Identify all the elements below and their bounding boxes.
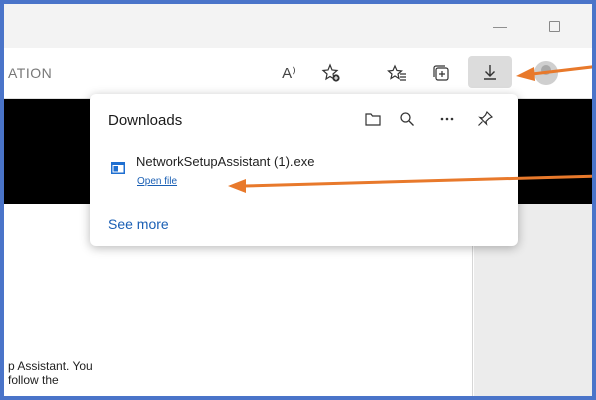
folder-icon xyxy=(365,113,381,126)
more-options-button[interactable] xyxy=(436,108,458,130)
open-downloads-folder-button[interactable] xyxy=(362,108,384,130)
exe-file-icon xyxy=(111,162,125,174)
add-favorite-button[interactable] xyxy=(318,60,344,86)
search-downloads-button[interactable] xyxy=(396,108,418,130)
see-more-link[interactable]: See more xyxy=(108,216,169,232)
page-text-line-2: follow the xyxy=(8,373,59,387)
title-bar: — xyxy=(4,4,592,48)
downloads-flyout: Downloads NetworkSetupAssistant (1).exe … xyxy=(90,94,518,246)
download-file-name: NetworkSetupAssistant (1).exe xyxy=(136,154,315,169)
read-aloud-button[interactable]: A⁾ xyxy=(276,60,302,86)
collections-icon xyxy=(433,65,449,81)
downloads-title: Downloads xyxy=(108,112,183,129)
downloads-button[interactable] xyxy=(468,56,512,88)
add-favorite-icon xyxy=(321,63,340,82)
more-icon xyxy=(440,117,454,121)
favorites-icon xyxy=(387,64,406,81)
page-body-text: p Assistant. You follow the xyxy=(8,359,93,387)
maximize-icon xyxy=(548,20,560,32)
address-bar[interactable]: ATION xyxy=(4,56,362,90)
address-bar-text: ATION xyxy=(8,65,53,81)
collections-button[interactable] xyxy=(428,60,454,86)
screenshot-frame: — ATION A⁾ p Assistant. You follow the D… xyxy=(0,0,596,400)
pin-icon xyxy=(478,110,494,126)
minimize-button[interactable]: — xyxy=(490,16,510,36)
search-icon xyxy=(400,112,414,126)
download-icon xyxy=(484,65,496,80)
open-file-link[interactable]: Open file xyxy=(137,176,177,187)
browser-toolbar: ATION A⁾ xyxy=(4,48,592,99)
maximize-button[interactable] xyxy=(544,16,564,36)
minimize-icon: — xyxy=(493,18,507,34)
page-text-line-1: p Assistant. You xyxy=(8,359,93,373)
profile-avatar[interactable] xyxy=(534,61,558,85)
favorites-button[interactable] xyxy=(384,60,410,86)
read-aloud-icon: A⁾ xyxy=(282,65,296,82)
pin-downloads-button[interactable] xyxy=(474,108,496,130)
